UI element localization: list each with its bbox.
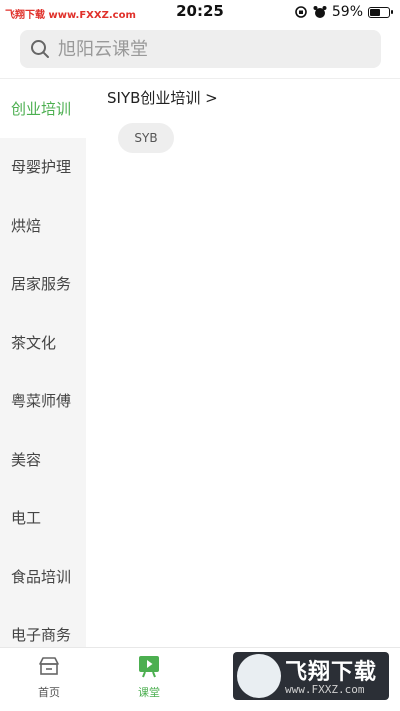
sidebar-item-food-training[interactable]: 食品培训: [0, 547, 86, 606]
course-chip[interactable]: SYB: [118, 123, 174, 153]
sidebar-item-electrician[interactable]: 电工: [0, 489, 86, 548]
sidebar-item-entrepreneurship[interactable]: 创业培训: [0, 79, 86, 138]
sidebar-item-maternal-care[interactable]: 母婴护理: [0, 138, 86, 197]
battery-percent: 59%: [331, 4, 363, 20]
category-sidebar: 创业培训 母婴护理 烘焙 居家服务 茶文化 粤菜师傅 美容 电工 食品培训 电子…: [0, 79, 86, 647]
sidebar-item-home-service[interactable]: 居家服务: [0, 255, 86, 314]
classroom-icon: [139, 656, 159, 678]
status-bar: 飞翔下载 www.FXXZ.com 20:25 59%: [0, 0, 400, 24]
sidebar-item-baking[interactable]: 烘焙: [0, 196, 86, 255]
watermark-brand: 飞翔下载: [285, 660, 378, 685]
tab-course[interactable]: 课堂: [119, 654, 179, 700]
sidebar-item-cantonese-chef[interactable]: 粤菜师傅: [0, 372, 86, 431]
sidebar-item-tea-culture[interactable]: 茶文化: [0, 313, 86, 372]
search-icon: [31, 40, 49, 58]
status-right: 59%: [294, 4, 393, 20]
sidebar-item-ecommerce[interactable]: 电子商务: [0, 606, 86, 648]
battery-fill: [370, 8, 381, 16]
tab-home-label: 首页: [38, 686, 60, 699]
watermark-logo: 飞翔下载 www.FXXZ.com: [233, 652, 389, 700]
tab-home[interactable]: 首页: [19, 654, 79, 700]
sidebar-item-beauty[interactable]: 美容: [0, 430, 86, 489]
battery-icon: [368, 6, 393, 18]
home-icon: [39, 657, 59, 675]
watermark-url: www.FXXZ.com: [285, 683, 365, 696]
category-content: SIYB创业培训 > SYB: [86, 79, 400, 647]
alarm-icon: [313, 5, 327, 19]
section-title-link[interactable]: SIYB创业培训 >: [107, 87, 218, 108]
tab-course-label: 课堂: [138, 686, 160, 699]
search-input[interactable]: [56, 37, 360, 61]
watermark-logo-mark: [237, 654, 281, 698]
search-bar[interactable]: [20, 30, 381, 68]
orientation-lock-icon: [294, 5, 308, 19]
